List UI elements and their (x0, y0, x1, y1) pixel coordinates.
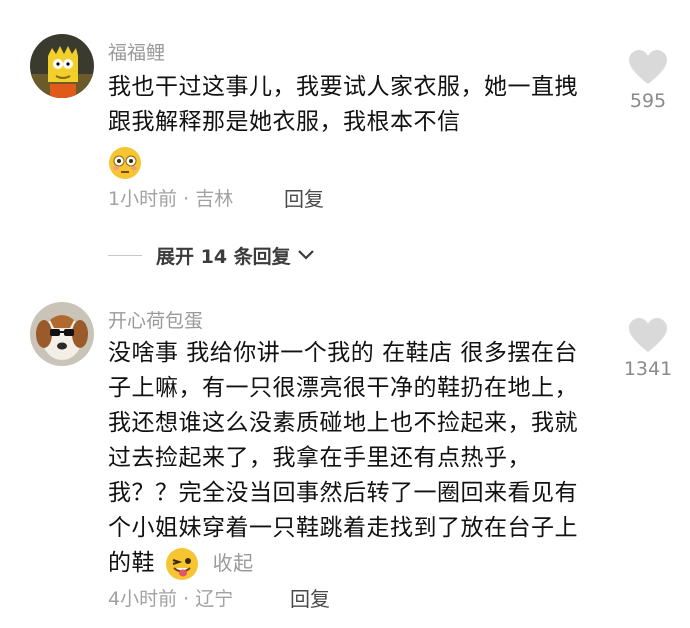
comment-text-content: 没啥事 我给你讲一个我的 在鞋店 很多摆在台子上嘛，有一只很漂亮很干净的鞋扔在地… (108, 340, 578, 576)
comment-text: 没啥事 我给你讲一个我的 在鞋店 很多摆在台子上嘛，有一只很漂亮很干净的鞋扔在地… (108, 336, 598, 581)
heart-icon (629, 50, 667, 84)
avatar-image (30, 34, 94, 98)
comment-meta: 1小时前 · 吉林 (108, 188, 234, 210)
like-count: 595 (629, 90, 667, 112)
chevron-down-icon (297, 250, 314, 260)
winking-tongue-emoji-icon (165, 547, 198, 580)
reply-button[interactable]: 回复 (284, 183, 324, 212)
expand-replies-label[interactable]: 展开 14 条回复 (156, 242, 291, 269)
comment-text-content: 我也干过这事儿，我要试人家衣服，她一直拽跟我解释那是她衣服，我根本不信 (108, 74, 578, 135)
collapse-link[interactable]: 收起 (213, 551, 254, 575)
like-count: 1341 (623, 358, 673, 380)
comment-text: 我也干过这事儿，我要试人家衣服，她一直拽跟我解释那是她衣服，我根本不信 (108, 70, 598, 180)
like-button[interactable]: 595 (618, 50, 678, 112)
username[interactable]: 开心荷包蛋 (108, 306, 203, 333)
comment-meta: 4小时前 · 辽宁 (108, 588, 234, 610)
divider-line (108, 254, 142, 256)
avatar[interactable] (30, 34, 94, 98)
avatar[interactable] (30, 302, 94, 366)
username[interactable]: 福福鲤 (108, 38, 165, 65)
flushed-emoji-icon (109, 147, 141, 179)
reply-button[interactable]: 回复 (290, 583, 330, 612)
like-button[interactable]: 1341 (618, 318, 678, 380)
avatar-image (30, 302, 94, 366)
expand-replies[interactable]: 展开 14 条回复 (108, 240, 315, 270)
heart-icon (629, 318, 667, 352)
